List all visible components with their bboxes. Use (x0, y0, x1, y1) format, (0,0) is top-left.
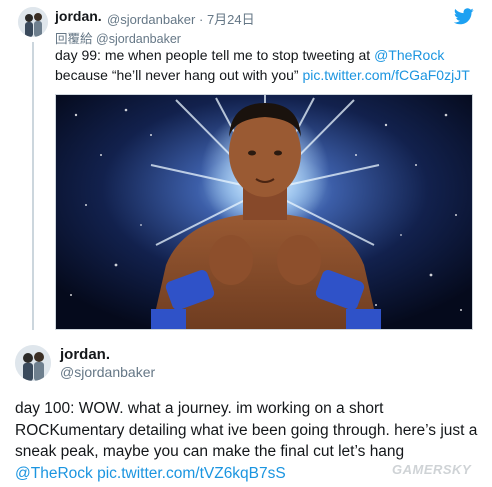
avatar[interactable] (15, 345, 51, 381)
tweet-photo[interactable] (55, 94, 473, 330)
twitter-bird-icon[interactable] (454, 8, 474, 25)
avatar[interactable] (18, 7, 48, 37)
mention-link[interactable]: @TheRock (15, 465, 93, 482)
tweet-text-part: day 99: me when people tell me to stop t… (55, 47, 375, 63)
author-name[interactable]: jordan. (55, 8, 102, 24)
tweet-text: day 99: me when people tell me to stop t… (55, 45, 485, 85)
avatar-photo (18, 7, 48, 37)
author-handle[interactable]: @sjordanbaker (107, 12, 195, 27)
thread-connector (32, 42, 34, 330)
tweet-text-part: day 100: WOW. what a journey. im working… (15, 400, 478, 460)
tweet-text-part: because “he’ll never hang out with you” (55, 67, 303, 83)
author-handle[interactable]: @sjordanbaker (60, 364, 155, 380)
wrestler-photo (56, 95, 472, 329)
watermark: GAMERSKY (392, 462, 472, 477)
tweet-date[interactable]: 7月24日 (207, 12, 255, 27)
reply-to-link[interactable]: @sjordanbaker (96, 32, 181, 46)
pic-link[interactable]: pic.twitter.com/fCGaF0zjJT (302, 67, 469, 83)
author-meta: @sjordanbaker · 7月24日 (107, 9, 255, 28)
avatar-photo (15, 345, 51, 381)
mention-link[interactable]: @TheRock (374, 47, 444, 63)
author-name[interactable]: jordan. (60, 346, 110, 363)
separator: · (198, 12, 204, 27)
reply-label: 回覆給 (55, 32, 93, 46)
pic-link[interactable]: pic.twitter.com/tVZ6kqB7sS (97, 465, 286, 482)
